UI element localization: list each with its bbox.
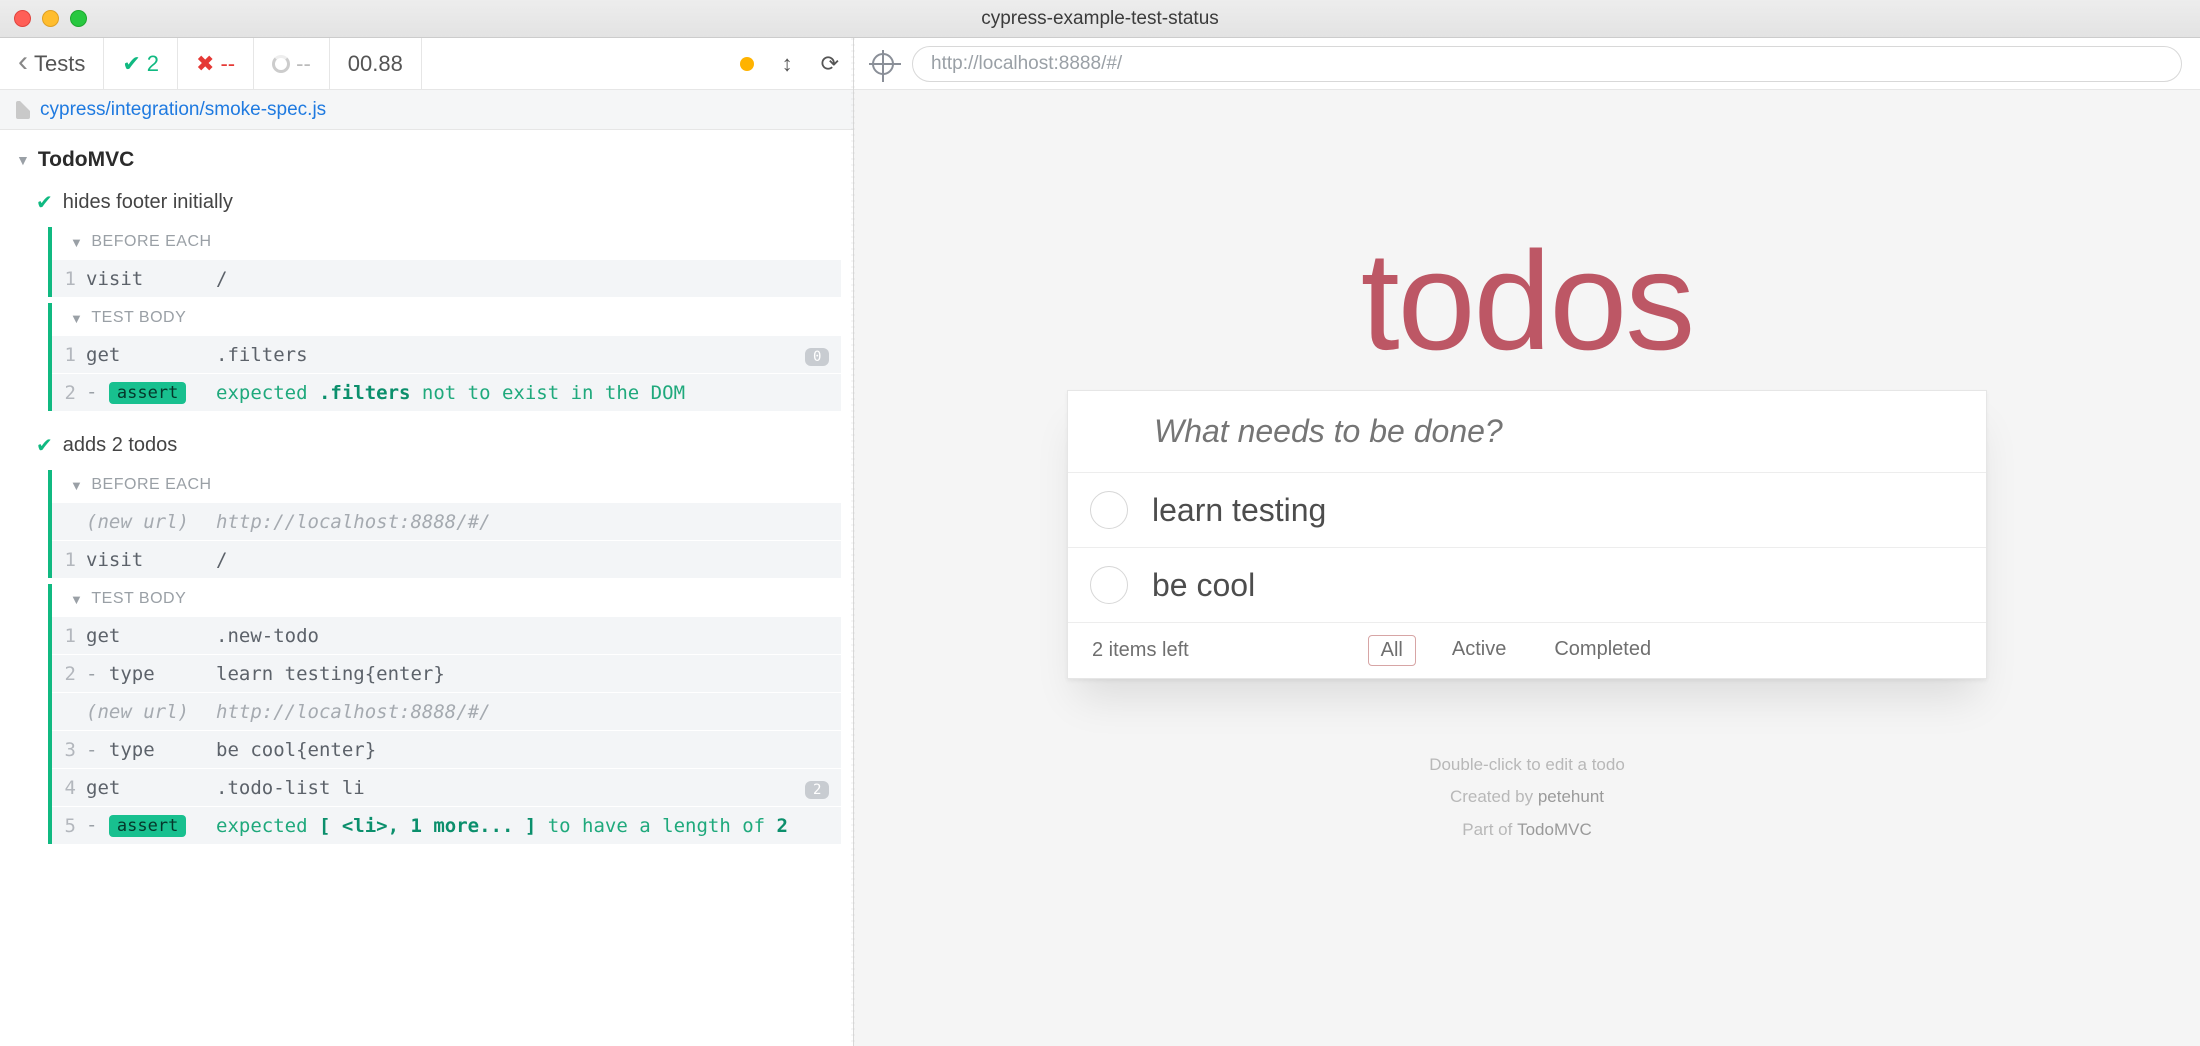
test-header[interactable]: ✔ hides footer initially [8,186,841,221]
reporter-body[interactable]: ▼ TodoMVC ✔ hides footer initially ▼BEFORE… [0,130,853,1046]
test-header[interactable]: ✔ adds 2 todos [8,429,841,464]
spec-path: cypress/integration/smoke-spec.js [40,99,326,121]
hook-label[interactable]: ▼TEST BODY [52,303,841,335]
element-count-badge: 0 [805,348,829,366]
todo-item[interactable]: be cool [1068,548,1986,623]
new-todo-input[interactable] [1068,391,1986,473]
element-count-badge: 2 [805,781,829,799]
command-row-assert[interactable]: 2assertexpected .filters not to exist in… [52,373,841,411]
command-row[interactable]: 2typelearn testing{enter} [52,654,841,692]
caret-down-icon: ▼ [70,592,83,607]
window-title: cypress-example-test-status [0,8,2200,30]
toggle-complete-checkbox[interactable] [1090,566,1128,604]
toggle-complete-checkbox[interactable] [1090,491,1128,529]
restart-button[interactable]: ⟳ [807,51,853,77]
x-icon: ✖ [196,51,214,77]
aut-url-bar[interactable]: http://localhost:8888/#/ [912,46,2182,82]
command-row[interactable]: 1get.new-todo [52,616,841,654]
viewport-scale-button[interactable]: ↕ [768,51,807,77]
amber-dot-icon [740,57,754,71]
stats-pending: -- [254,38,330,89]
selector-playground-button[interactable] [872,53,894,75]
hook-label[interactable]: ▼BEFORE EACH [52,227,841,259]
filter-completed[interactable]: Completed [1542,635,1663,666]
aut-toolbar: http://localhost:8888/#/ [854,38,2200,90]
todomvc-link[interactable]: TodoMVC [1517,820,1592,839]
pending-icon [272,55,290,73]
new-url-row: (new url)http://localhost:8888/#/ [52,502,841,540]
stats-passed: ✔2 [104,38,178,89]
reporter-pane: Tests ✔2 ✖-- -- 00.88 ↕ ⟳ cypress/i [0,38,854,1046]
stats-duration: 00.88 [330,38,422,89]
command-row[interactable]: 1get.filters0 [52,335,841,373]
stats-failed: ✖-- [178,38,254,89]
caret-down-icon: ▼ [16,152,30,168]
back-label: Tests [34,51,85,77]
command-row[interactable]: 4get.todo-list li2 [52,768,841,806]
spec-path-bar[interactable]: cypress/integration/smoke-spec.js [0,90,853,130]
hook-label[interactable]: ▼BEFORE EACH [52,470,841,502]
aut-viewport[interactable]: todos learn testing be cool 2 items left … [854,90,2200,1046]
todo-item[interactable]: learn testing [1068,473,1986,548]
app-info: Double-click to edit a todo Created by p… [1067,749,1987,846]
test-title: adds 2 todos [63,434,178,457]
caret-down-icon: ▼ [70,235,83,250]
filter-active[interactable]: Active [1440,635,1518,666]
window-close-button[interactable] [14,10,31,27]
todo-card: learn testing be cool 2 items left All Ac… [1067,390,1987,679]
command-row[interactable]: 1visit/ [52,540,841,578]
check-icon: ✔ [36,433,53,458]
author-link[interactable]: petehunt [1538,787,1604,806]
items-left-label: 2 items left [1092,639,1189,662]
todo-text: learn testing [1152,492,1326,529]
test-title: hides footer initially [63,191,233,214]
back-to-tests-button[interactable]: Tests [0,38,104,89]
window-zoom-button[interactable] [70,10,87,27]
suite-title: TodoMVC [38,148,134,172]
command-row-assert[interactable]: 5assertexpected [ <li>, 1 more... ] to h… [52,806,841,844]
command-row[interactable]: 1visit/ [52,259,841,297]
app-heading: todos [1067,220,1987,382]
file-icon [16,101,30,119]
command-row[interactable]: 3typebe cool{enter} [52,730,841,768]
aut-url: http://localhost:8888/#/ [931,53,1122,75]
status-indicator [726,51,768,77]
filter-list: All Active Completed [1368,635,1663,666]
todo-text: be cool [1152,567,1255,604]
hook-label[interactable]: ▼TEST BODY [52,584,841,616]
check-icon: ✔ [36,190,53,215]
aut-pane: http://localhost:8888/#/ todos learn tes… [854,38,2200,1046]
window-minimize-button[interactable] [42,10,59,27]
filter-all[interactable]: All [1368,635,1416,666]
pane-resizer[interactable] [848,38,858,1046]
suite-header[interactable]: ▼ TodoMVC [8,144,841,178]
todo-footer: 2 items left All Active Completed [1068,623,1986,678]
chevron-left-icon [18,47,28,81]
check-icon: ✔ [122,51,140,77]
caret-down-icon: ▼ [70,311,83,326]
reporter-toolbar: Tests ✔2 ✖-- -- 00.88 ↕ ⟳ [0,38,853,90]
caret-down-icon: ▼ [70,478,83,493]
window-titlebar: cypress-example-test-status [0,0,2200,38]
new-url-row: (new url)http://localhost:8888/#/ [52,692,841,730]
